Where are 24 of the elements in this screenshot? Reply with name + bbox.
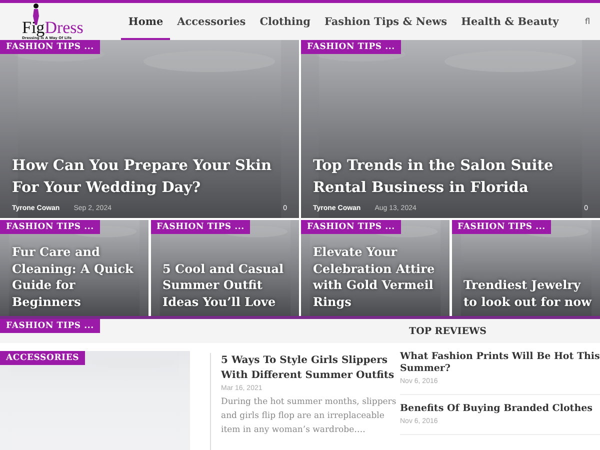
article-excerpt: During the hot summer months, slippers and girls flip flop are an irreplaceable item in any woman’s wardrobe…. xyxy=(221,396,398,437)
review-title[interactable]: Benefits Of Buying Branded Clothes xyxy=(400,403,600,415)
article-title[interactable]: How Can You Prepare Your Skin For Your Wedding Day? xyxy=(12,155,287,199)
search-icon[interactable]: fl xyxy=(584,17,590,26)
category-badge[interactable]: ACCESSORIES xyxy=(0,351,86,365)
category-badge[interactable]: FASHION TIPS ... xyxy=(301,40,401,54)
section-heading: TOP REVIEWS xyxy=(408,324,488,338)
article-title[interactable]: Elevate Your Celebration Attire with Gold Vermeil Rings xyxy=(313,244,442,310)
article-title[interactable]: Trendiest Jewelry to look out for now xyxy=(464,277,592,310)
nav-link[interactable]: Fashion Tips & News xyxy=(318,3,454,40)
article-title[interactable]: Fur Care and Cleaning: A Quick Guide for Beginners xyxy=(12,244,140,310)
category-badge[interactable]: FASHION TIPS ... xyxy=(0,40,100,54)
article-title[interactable]: 5 Ways To Style Girls Slippers With Different Summer Outfits xyxy=(221,353,398,383)
category-badge[interactable]: FASHION TIPS ... xyxy=(150,220,250,234)
nav-link[interactable]: Health & Beauty xyxy=(454,3,566,40)
review-title[interactable]: What Fashion Prints Will Be Hot This Summer? xyxy=(400,351,600,375)
nav-link[interactable]: Clothing xyxy=(252,3,318,40)
category-badge[interactable]: FASHION TIPS ... xyxy=(0,220,100,234)
category-badge[interactable]: FASHION TIPS ... xyxy=(0,319,100,333)
category-badge[interactable]: FASHION TIPS ... xyxy=(301,220,401,234)
nav-link[interactable]: Accessories xyxy=(170,3,253,40)
category-badge[interactable]: FASHION TIPS ... xyxy=(452,220,552,234)
article-title[interactable]: Top Trends in the Salon Suite Rental Business in Florida xyxy=(313,155,588,199)
article-title[interactable]: 5 Cool and Casual Summer Outfit Ideas You’ll Love xyxy=(162,260,291,310)
